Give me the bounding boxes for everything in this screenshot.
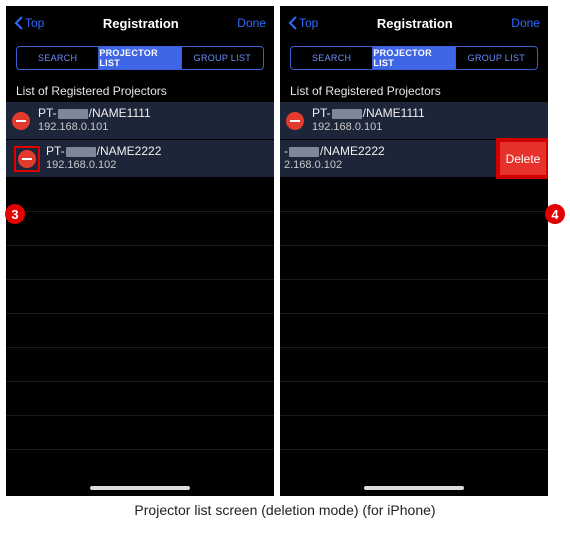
seg-group-list[interactable]: GROUP LIST	[182, 47, 263, 69]
back-label: Top	[25, 16, 44, 30]
empty-row	[280, 246, 548, 280]
page-title: Registration	[103, 16, 179, 31]
delete-button[interactable]: Delete	[498, 140, 548, 177]
projector-text: PT-/NAME1111 192.168.0.101	[38, 106, 151, 135]
chevron-left-icon	[14, 16, 24, 30]
redacted-text	[58, 109, 88, 119]
highlight-box	[14, 146, 40, 172]
back-button[interactable]: Top	[14, 16, 44, 30]
home-indicator	[90, 486, 190, 490]
projector-ip: 192.168.0.101	[312, 121, 425, 135]
delete-minus-icon[interactable]	[286, 112, 304, 130]
projector-ip: 2.168.0.102	[284, 159, 385, 173]
empty-row	[280, 280, 548, 314]
done-button[interactable]: Done	[237, 16, 266, 30]
back-button[interactable]: Top	[288, 16, 318, 30]
segmented-control: SEARCH PROJECTOR LIST GROUP LIST	[290, 46, 538, 70]
empty-row	[280, 314, 548, 348]
projector-row-swiped[interactable]: -/NAME2222 2.168.0.102 Delete	[280, 140, 548, 178]
empty-row	[6, 178, 274, 212]
empty-row	[280, 416, 548, 450]
phone-left: Top Registration Done SEARCH PROJECTOR L…	[6, 6, 274, 496]
projector-text: -/NAME2222 2.168.0.102	[280, 144, 385, 173]
seg-group-list[interactable]: GROUP LIST	[456, 47, 537, 69]
section-header: List of Registered Projectors	[6, 80, 274, 102]
redacted-text	[332, 109, 362, 119]
projector-row[interactable]: PT-/NAME1111 192.168.0.101	[6, 102, 274, 140]
empty-row	[6, 348, 274, 382]
empty-row	[280, 382, 548, 416]
delete-minus-icon[interactable]	[18, 150, 36, 168]
projector-row[interactable]: PT-/NAME1111 192.168.0.101	[280, 102, 548, 140]
phone-right: Top Registration Done SEARCH PROJECTOR L…	[280, 6, 548, 496]
redacted-text	[66, 147, 96, 157]
nav-bar: Top Registration Done	[6, 6, 274, 40]
seg-projector-list[interactable]: PROJECTOR LIST	[373, 47, 455, 69]
figure-caption: Projector list screen (deletion mode) (f…	[6, 502, 564, 518]
empty-row	[6, 246, 274, 280]
empty-row	[280, 178, 548, 212]
back-label: Top	[299, 16, 318, 30]
nav-bar: Top Registration Done	[280, 6, 548, 40]
projector-text: PT-/NAME2222 192.168.0.102	[46, 144, 161, 173]
seg-search[interactable]: SEARCH	[291, 47, 373, 69]
empty-row	[6, 280, 274, 314]
empty-row	[6, 314, 274, 348]
projector-row[interactable]: PT-/NAME2222 192.168.0.102	[6, 140, 274, 178]
section-header: List of Registered Projectors	[280, 80, 548, 102]
projector-text: PT-/NAME1111 192.168.0.101	[312, 106, 425, 135]
empty-row	[6, 212, 274, 246]
projector-ip: 192.168.0.101	[38, 121, 151, 135]
empty-row	[6, 382, 274, 416]
empty-row	[6, 416, 274, 450]
callout-3: 3	[5, 204, 25, 224]
segmented-control: SEARCH PROJECTOR LIST GROUP LIST	[16, 46, 264, 70]
delete-minus-icon[interactable]	[12, 112, 30, 130]
redacted-text	[289, 147, 319, 157]
seg-search[interactable]: SEARCH	[17, 47, 99, 69]
empty-row	[280, 348, 548, 382]
done-button[interactable]: Done	[511, 16, 540, 30]
page-title: Registration	[377, 16, 453, 31]
home-indicator	[364, 486, 464, 490]
empty-row	[280, 212, 548, 246]
callout-4: 4	[545, 204, 565, 224]
projector-ip: 192.168.0.102	[46, 159, 161, 173]
seg-projector-list[interactable]: PROJECTOR LIST	[99, 47, 181, 69]
chevron-left-icon	[288, 16, 298, 30]
